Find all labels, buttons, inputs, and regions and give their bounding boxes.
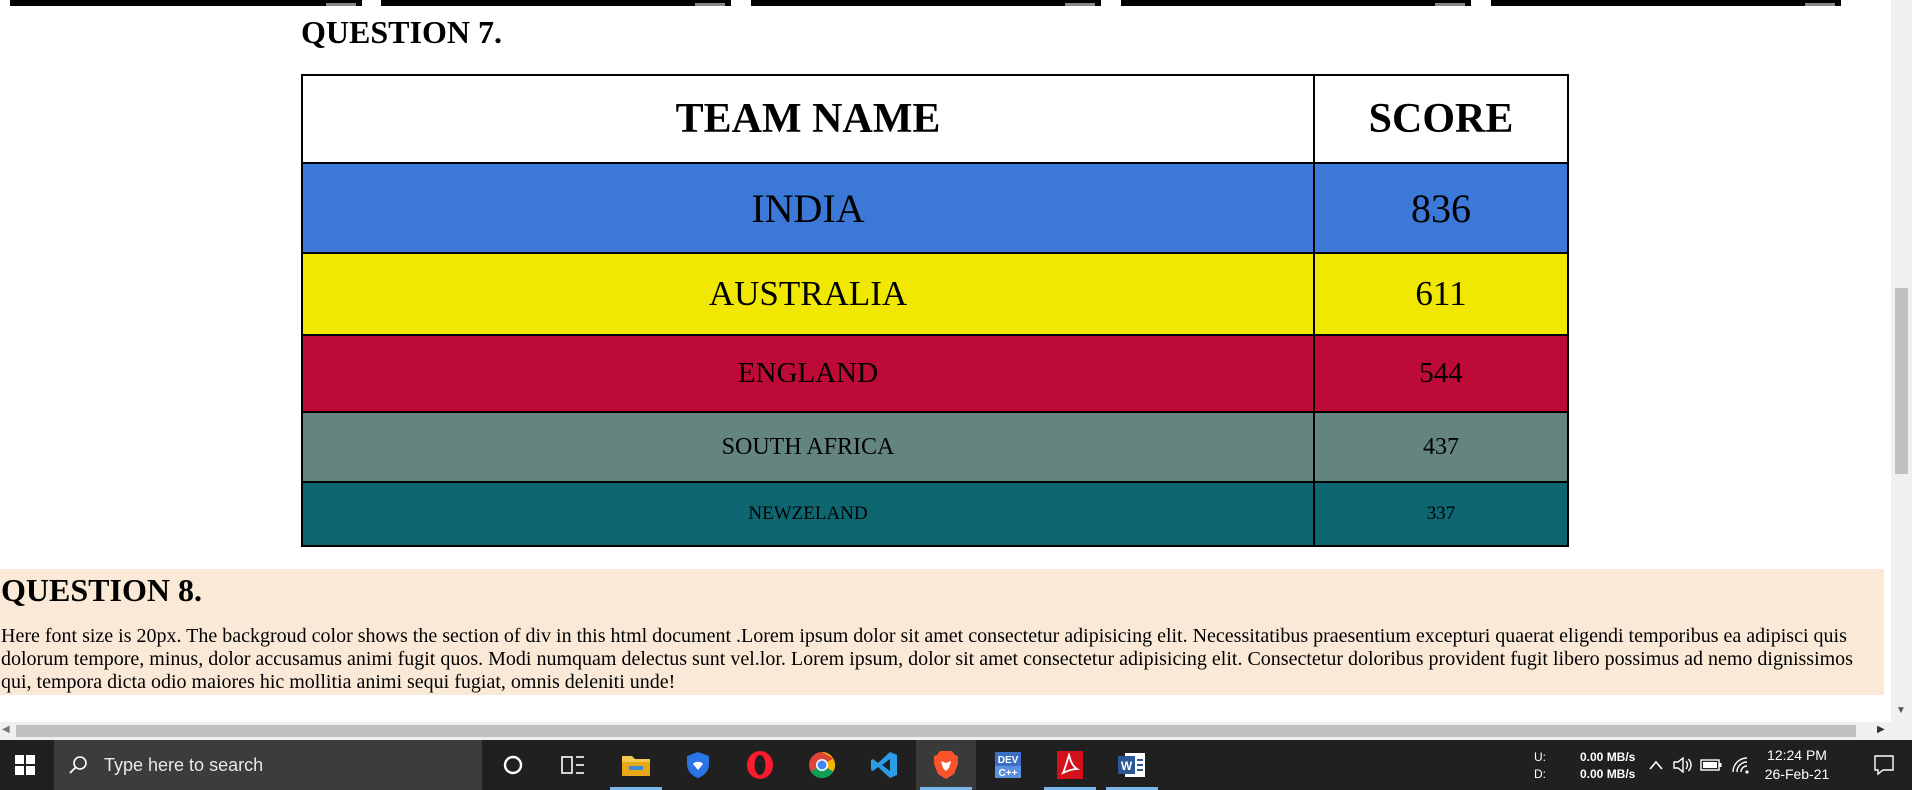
cortana-button[interactable] xyxy=(483,740,543,790)
taskbar-search[interactable] xyxy=(54,740,482,790)
clock-time: 12:24 PM xyxy=(1767,747,1827,763)
taskbar-brave-shield[interactable] xyxy=(668,740,728,790)
show-hidden-icons-button[interactable] xyxy=(1644,760,1668,770)
search-icon xyxy=(69,756,87,774)
taskbar-word[interactable]: W xyxy=(1102,740,1162,790)
taskbar-file-explorer[interactable] xyxy=(606,740,666,790)
scroll-right-arrow-icon[interactable]: ▶ xyxy=(1877,724,1885,735)
table-row: NEWZELAND 337 xyxy=(301,481,1569,547)
cortana-circle-icon xyxy=(503,755,523,775)
image-strip-4 xyxy=(1121,0,1471,6)
acrobat-icon xyxy=(1057,751,1083,779)
file-explorer-icon xyxy=(622,756,650,776)
opera-icon xyxy=(747,751,773,779)
network-labels: U: D: xyxy=(1534,749,1546,783)
upload-speed: 0.00 MB/s xyxy=(1580,750,1636,764)
taskbar-vscode[interactable] xyxy=(854,740,914,790)
svg-text:C++: C++ xyxy=(999,768,1018,779)
download-label: D: xyxy=(1534,767,1546,781)
score-cell: 337 xyxy=(1313,481,1569,547)
team-cell: INDIA xyxy=(301,162,1315,254)
vertical-scrollbar[interactable]: ▼ xyxy=(1891,0,1912,722)
chrome-icon xyxy=(809,751,836,779)
score-header: SCORE xyxy=(1313,74,1569,164)
wifi-icon xyxy=(1732,757,1749,774)
task-view-button[interactable] xyxy=(543,740,603,790)
brave-lion-icon xyxy=(934,751,958,779)
team-cell: ENGLAND xyxy=(301,334,1315,413)
taskbar-brave[interactable] xyxy=(916,740,976,790)
taskbar: DEV C++ W U: D: 0.00 MB/s 0.00 MB/s xyxy=(0,740,1912,790)
image-strip-1 xyxy=(10,0,362,6)
battery-icon xyxy=(1700,759,1722,771)
team-name-header: TEAM NAME xyxy=(301,74,1315,164)
speaker-icon xyxy=(1673,757,1692,773)
question8-section: QUESTION 8. Here font size is 20px. The … xyxy=(0,569,1884,695)
score-table: TEAM NAME SCORE INDIA 836 AUSTRALIA 611 … xyxy=(301,74,1569,547)
word-icon: W xyxy=(1118,753,1145,777)
action-center-button[interactable] xyxy=(1856,740,1912,790)
taskbar-clock[interactable]: 12:24 PM 26-Feb-21 xyxy=(1762,746,1832,784)
clock-date: 26-Feb-21 xyxy=(1764,766,1830,782)
windows-logo-icon xyxy=(15,755,35,775)
team-cell: SOUTH AFRICA xyxy=(301,411,1315,483)
battery-button[interactable] xyxy=(1696,759,1726,771)
horizontal-scroll-thumb[interactable] xyxy=(16,725,1856,737)
score-cell: 611 xyxy=(1313,252,1569,336)
table-row: AUSTRALIA 611 xyxy=(301,252,1569,336)
wifi-button[interactable] xyxy=(1726,756,1756,774)
table-row: ENGLAND 544 xyxy=(301,334,1569,413)
notification-icon xyxy=(1874,755,1894,776)
question7-heading: QUESTION 7. xyxy=(301,14,502,50)
team-cell: NEWZELAND xyxy=(301,481,1315,547)
svg-text:W: W xyxy=(1121,759,1133,773)
image-strip-3 xyxy=(751,0,1101,6)
score-cell: 437 xyxy=(1313,411,1569,483)
system-tray xyxy=(1644,740,1756,790)
vscode-icon xyxy=(871,752,897,778)
task-view-icon xyxy=(561,756,584,774)
start-button[interactable] xyxy=(0,740,50,790)
scroll-down-arrow-icon[interactable]: ▼ xyxy=(1896,706,1906,716)
vertical-scroll-thumb[interactable] xyxy=(1895,288,1908,474)
shield-icon xyxy=(687,752,709,778)
network-speed: 0.00 MB/s 0.00 MB/s xyxy=(1580,749,1635,783)
download-speed: 0.00 MB/s xyxy=(1580,767,1636,781)
volume-button[interactable] xyxy=(1668,757,1696,773)
taskbar-opera[interactable] xyxy=(730,740,790,790)
taskbar-chrome[interactable] xyxy=(792,740,852,790)
scroll-left-arrow-icon[interactable]: ◀ xyxy=(2,724,10,735)
horizontal-scrollbar[interactable]: ◀ ▶ xyxy=(0,722,1891,740)
table-row: SOUTH AFRICA 437 xyxy=(301,411,1569,483)
question8-text: Here font size is 20px. The backgroud co… xyxy=(1,625,1853,693)
upload-label: U: xyxy=(1534,750,1546,764)
search-input[interactable] xyxy=(102,753,466,777)
team-cell: AUSTRALIA xyxy=(301,252,1315,336)
image-strip-2 xyxy=(381,0,731,6)
question8-heading: QUESTION 8. xyxy=(1,572,202,608)
table-row: INDIA 836 xyxy=(301,162,1569,254)
image-strip-5 xyxy=(1491,0,1841,6)
svg-text:DEV: DEV xyxy=(998,755,1019,766)
dev-cpp-icon: DEV C++ xyxy=(995,752,1021,779)
taskbar-acrobat[interactable] xyxy=(1040,740,1100,790)
score-cell: 836 xyxy=(1313,162,1569,254)
table-header-row: TEAM NAME SCORE xyxy=(301,74,1569,164)
chevron-up-icon xyxy=(1649,760,1663,770)
scrollbar-corner xyxy=(1891,722,1912,740)
score-cell: 544 xyxy=(1313,334,1569,413)
taskbar-dev-cpp[interactable]: DEV C++ xyxy=(978,740,1038,790)
